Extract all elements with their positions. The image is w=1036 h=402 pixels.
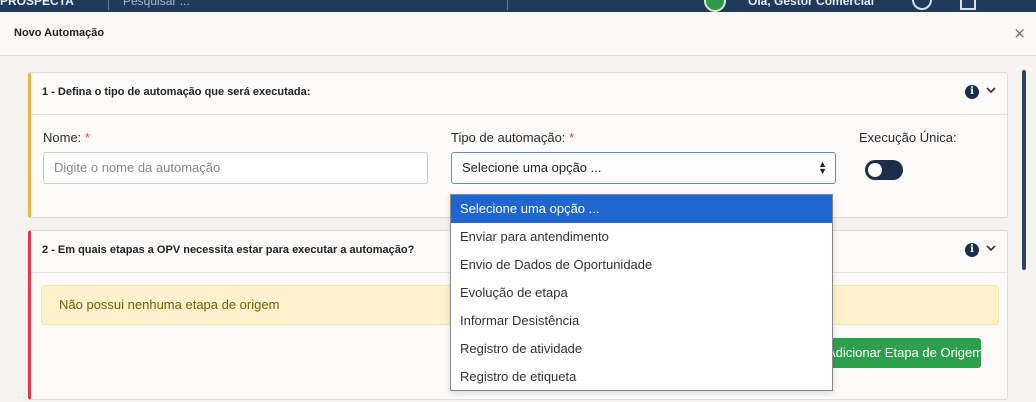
dropdown-option[interactable]: Registro de atividade [451, 335, 832, 363]
sort-arrows-icon: ▲ ▼ [818, 159, 827, 176]
type-label: Tipo de automação: * [451, 130, 575, 145]
brand-logo: PROSPECTA [0, 0, 74, 8]
user-avatar[interactable] [704, 0, 726, 12]
section-header[interactable]: 1 - Defina o tipo de automação que será … [31, 73, 1007, 115]
unique-execution-toggle[interactable] [865, 160, 903, 180]
chevron-down-icon[interactable] [985, 84, 997, 96]
dropdown-option[interactable]: Registro de etiqueta [451, 363, 832, 391]
automation-type-dropdown: Selecione uma opção ... Enviar para ante… [450, 194, 833, 391]
name-label: Nome: * [43, 130, 90, 145]
dropdown-option[interactable]: Selecione uma opção ... [451, 195, 832, 223]
add-origin-stage-button[interactable]: Adicionar Etapa de Origem [817, 338, 981, 368]
automation-type-select[interactable]: Selecione uma opção ... ▲ ▼ [451, 152, 836, 184]
app-topbar: PROSPECTA Pesquisar ... Olá, Gestor Come… [0, 0, 1036, 12]
modal-header: Novo Automação × [0, 12, 1036, 56]
info-icon[interactable]: i [965, 243, 979, 257]
modal-title: Novo Automação [14, 27, 105, 39]
close-icon[interactable]: × [1013, 24, 1026, 42]
user-greeting: Olá, Gestor Comercial [748, 0, 875, 8]
toggle-knob [868, 163, 882, 177]
unique-execution-label: Execução Única: [859, 130, 957, 145]
reports-icon[interactable] [960, 0, 976, 10]
dropdown-option[interactable]: Envio de Dados de Oportunidade [451, 251, 832, 279]
select-value: Selecione uma opção ... [462, 160, 602, 175]
section-title: 1 - Defina o tipo de automação que será … [42, 86, 311, 98]
dropdown-option[interactable]: Enviar para antendimento [451, 223, 832, 251]
help-icon[interactable] [912, 0, 932, 10]
dropdown-option[interactable]: Informar Desistência [451, 307, 832, 335]
chevron-down-icon[interactable] [985, 242, 997, 254]
automation-name-input[interactable]: Digite o nome da automação [43, 152, 428, 184]
global-search-input[interactable]: Pesquisar ... [108, 0, 508, 10]
section-title: 2 - Em quais etapas a OPV necessita esta… [42, 244, 415, 256]
modal-scrollbar[interactable] [1022, 70, 1026, 270]
dropdown-option[interactable]: Evolução de etapa [451, 279, 832, 307]
info-icon[interactable]: i [965, 85, 979, 99]
